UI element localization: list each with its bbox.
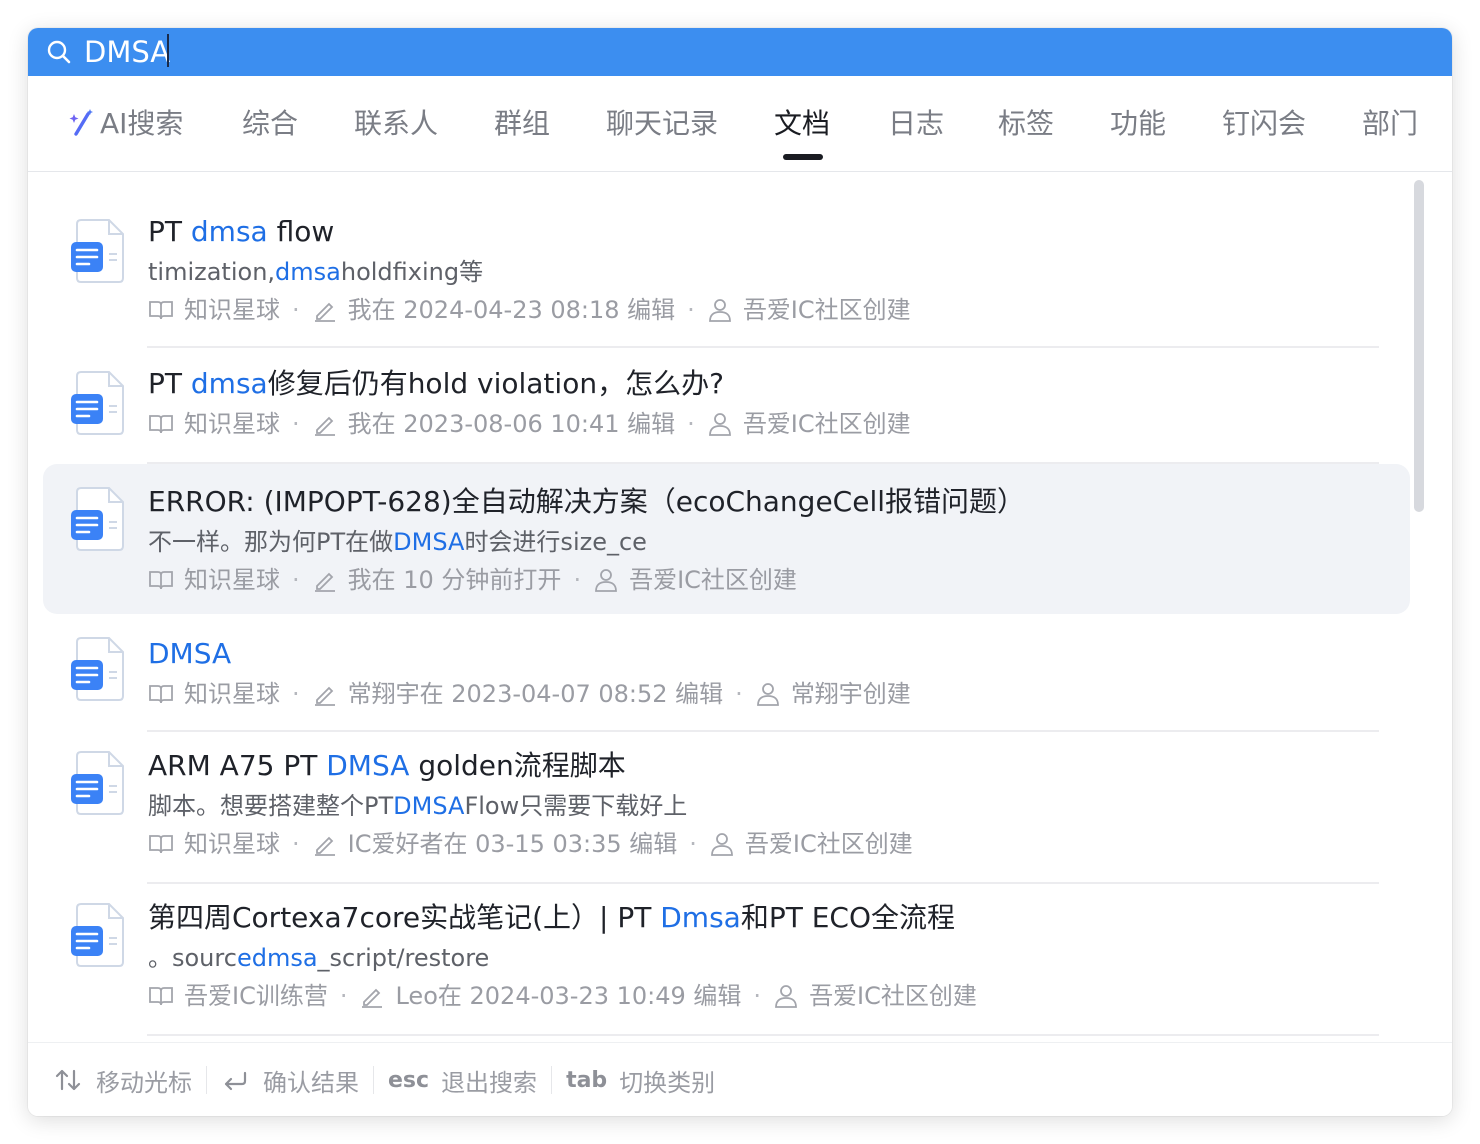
result-title: PT dmsa修复后仍有hold violation，怎么办?: [148, 367, 724, 400]
edit-icon: [314, 686, 335, 706]
result-divider: [147, 730, 1379, 732]
result-meta: 知识星球 · 我在 2024-04-23 08:18 编辑 · 吾爱IC社区创建: [148, 294, 911, 326]
result-title: DMSA: [148, 637, 232, 670]
tab-contacts[interactable]: 联系人: [354, 106, 438, 142]
edit-icon: [314, 836, 335, 856]
edit-icon: [314, 416, 335, 436]
text-caret: [167, 34, 169, 67]
hint-confirm: 确认结果: [207, 1066, 374, 1097]
ai-sparkle-icon: [69, 109, 93, 136]
user-icon: [775, 985, 797, 1008]
book-icon: [149, 301, 173, 320]
result-snippet: timization,dmsaholdfixing等: [148, 258, 484, 286]
user-icon: [708, 413, 731, 436]
result-title: PT dmsa flow: [148, 215, 335, 248]
document-icon: [71, 751, 124, 815]
user-icon: [711, 833, 733, 856]
result-meta: 吾爱IC训练营 · Leo在 2024-03-23 10:49 编辑 · 吾爱IC社…: [148, 980, 977, 1012]
book-icon: [149, 415, 173, 434]
tab-label: AI搜索: [100, 107, 184, 140]
active-tab-indicator: [783, 154, 823, 160]
edit-icon: [314, 572, 335, 592]
result-divider: [147, 882, 1379, 884]
result-title: 第四周Cortexa7core实战笔记(上）| PT Dmsa和PT ECO全流…: [148, 901, 956, 934]
tab-documents[interactable]: 文档: [774, 106, 830, 142]
tab-logs[interactable]: 日志: [888, 106, 944, 142]
document-icon: [71, 487, 124, 551]
result-meta: 知识星球 · IC爱好者在 03-15 03:35 编辑 · 吾爱IC社区创建: [148, 828, 913, 860]
result-item-selected[interactable]: ERROR: (IMPOPT-628)全自动解决方案（ecoChangeCell…: [43, 464, 1410, 614]
result-item[interactable]: 第四周Cortexa7core实战笔记(上）| PT Dmsa和PT ECO全流…: [43, 886, 1410, 1036]
tab-key-label: tab: [566, 1067, 608, 1093]
scrollbar-thumb[interactable]: [1414, 180, 1424, 512]
user-icon: [595, 569, 617, 592]
tab-groups[interactable]: 群组: [494, 106, 550, 142]
hint-label: 确认结果: [263, 1068, 359, 1097]
esc-key-label: esc: [388, 1067, 430, 1093]
search-bar: [28, 28, 1452, 76]
result-title: ERROR: (IMPOPT-628)全自动解决方案（ecoChangeCell…: [148, 485, 1026, 518]
edit-icon: [362, 988, 383, 1008]
search-panel: AI搜索 综合 联系人 群组 聊天记录 文档 日志 标签 功能 钉闪会 部门: [28, 28, 1452, 1116]
result-divider: [147, 1034, 1379, 1036]
document-icon: [71, 219, 124, 283]
tab-departments[interactable]: 部门: [1362, 106, 1418, 142]
tab-ai-search[interactable]: AI搜索: [68, 106, 183, 142]
result-item[interactable]: PT dmsa flow timization,dmsaholdfixing等 …: [43, 202, 1410, 352]
search-input[interactable]: [84, 32, 1384, 72]
search-icon: [47, 40, 71, 64]
book-icon: [149, 987, 173, 1006]
result-item[interactable]: DMSA 知识星球 · 常翔宇在 2023-04-07 08:52 编辑 · 常翔宇…: [43, 616, 1410, 726]
tab-tags[interactable]: 标签: [998, 106, 1054, 142]
result-snippet: 不一样。那为何PT在做DMSA时会进行size_ce: [148, 528, 647, 556]
user-icon: [756, 683, 779, 706]
document-icon: [71, 903, 124, 967]
result-title: ARM A75 PT DMSA golden流程脚本: [148, 749, 626, 782]
hint-label: 退出搜索: [441, 1068, 538, 1097]
document-icon: [71, 371, 124, 435]
results-list: PT dmsa flow timization,dmsaholdfixing等 …: [28, 172, 1452, 1042]
result-snippet: 脚本。想要搭建整个PTDMSAFlow只需要下载好上: [148, 792, 688, 820]
up-down-arrows-icon: [55, 1069, 81, 1091]
edit-icon: [314, 302, 335, 322]
book-icon: [149, 685, 173, 704]
result-item[interactable]: ARM A75 PT DMSA golden流程脚本 脚本。想要搭建整个PTDM…: [43, 734, 1410, 884]
result-meta: 知识星球 · 常翔宇在 2023-04-07 08:52 编辑 · 常翔宇创建: [148, 678, 911, 710]
hint-switch-category: tab 切换类别: [552, 1066, 729, 1097]
book-icon: [149, 835, 173, 854]
shortcut-footer: 移动光标 确认结果 esc 退出搜索 tab 切换类别: [28, 1042, 1452, 1116]
hint-label: 移动光标: [96, 1068, 192, 1097]
tab-functions[interactable]: 功能: [1110, 106, 1166, 142]
tab-flash-meeting[interactable]: 钉闪会: [1222, 106, 1306, 142]
hint-exit: esc 退出搜索: [374, 1066, 553, 1097]
hint-label: 切换类别: [619, 1068, 716, 1097]
book-icon: [149, 571, 173, 590]
enter-key-icon: [224, 1071, 247, 1091]
user-icon: [708, 299, 731, 322]
result-divider: [147, 346, 1379, 348]
category-tabs: AI搜索 综合 联系人 群组 聊天记录 文档 日志 标签 功能 钉闪会 部门: [28, 76, 1452, 172]
result-item[interactable]: PT dmsa修复后仍有hold violation，怎么办? 知识星球 · 我在…: [43, 354, 1410, 464]
tab-chat-history[interactable]: 聊天记录: [606, 106, 718, 142]
result-meta: 知识星球 · 我在 2023-08-06 10:41 编辑 · 吾爱IC社区创建: [148, 408, 911, 440]
result-snippet: 。sourcedmsa_script/restore: [148, 944, 490, 972]
result-meta: 知识星球 · 我在 10 分钟前打开 · 吾爱IC社区创建: [148, 564, 797, 596]
tab-comprehensive[interactable]: 综合: [242, 106, 298, 142]
hint-move-cursor: 移动光标: [28, 1066, 207, 1097]
document-icon: [71, 637, 124, 701]
